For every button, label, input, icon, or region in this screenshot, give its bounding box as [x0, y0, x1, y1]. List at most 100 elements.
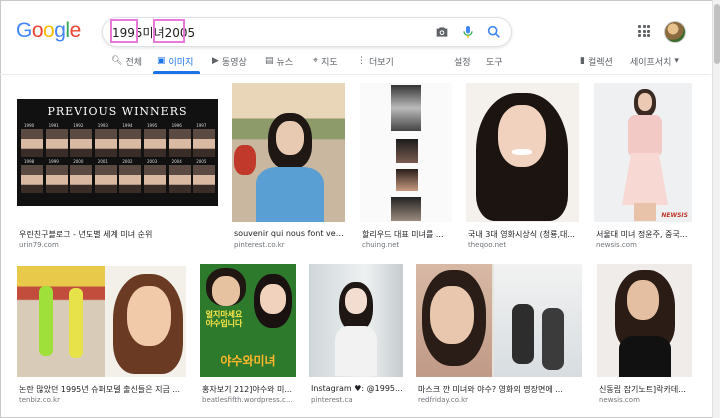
winner-portrait [21, 165, 43, 193]
result-image[interactable]: NEWSIS [594, 83, 692, 222]
result-title[interactable]: 서울대 미녀 정윤주, 중국... [596, 229, 692, 240]
winner-portrait [70, 165, 93, 193]
result-title[interactable]: 마스크 깐 미녀와 야수? 영화의 명장면에 ... [418, 384, 582, 395]
winner-year-label: 1996 [171, 123, 182, 128]
winner-year-label: 1997 [196, 123, 207, 128]
result-image[interactable] [360, 83, 452, 222]
winner-year-label: 1995 [147, 123, 158, 128]
tab-videos[interactable]: ▶ 동영상 [212, 52, 247, 70]
caret-down-icon: ▾ [674, 56, 679, 66]
apps-dot [647, 25, 650, 28]
result-title[interactable]: 국내 3대 영화시상식 (청룡,대... [468, 229, 579, 240]
mic-icon[interactable] [460, 24, 476, 40]
winner-portrait [94, 129, 117, 157]
header-divider [0, 74, 711, 75]
result-tile[interactable]: PREVIOUS WINNERS 1990 1991 1992 1993 1994 199… [17, 99, 218, 249]
winner-year-label: 1994 [122, 123, 133, 128]
result-domain[interactable]: urin79.com [19, 241, 218, 249]
tab-news[interactable]: ▤ 뉴스 [265, 52, 293, 70]
result-title[interactable]: 홍자보기 212]야수와 미... [202, 384, 296, 395]
query-highlight-1995 [110, 19, 138, 43]
result-domain[interactable]: newsis.com [599, 396, 692, 404]
winner-portrait [193, 129, 216, 157]
apps-dot [642, 25, 646, 28]
result-title[interactable]: 우린친구블로그 - 년도별 세계 미녀 순위 [19, 229, 218, 240]
result-image[interactable]: 얼지마세요 야수입니다 야수와미녀 [200, 264, 296, 377]
poster-title: 야수와미녀 [220, 354, 276, 368]
apps-dot [638, 34, 641, 37]
tab-maps[interactable]: ⌖ 지도 [313, 52, 338, 70]
result-image[interactable] [597, 264, 692, 377]
result-tile[interactable]: 신동립 잡기노트]락카데... newsis.com [597, 264, 692, 408]
result-domain[interactable]: beatlesfifth.wordpress.c... [202, 396, 296, 404]
result-domain[interactable]: tenbiz.co.kr [19, 396, 186, 404]
winner-year-label: 2000 [73, 159, 84, 164]
logo-letter: o [43, 19, 55, 42]
result-tile[interactable]: 할리우드 대표 미녀를 ... chuing.net [360, 83, 452, 249]
result-image[interactable] [466, 83, 579, 222]
result-title[interactable]: souvenir qui nous font veiller... [234, 229, 345, 238]
scrollbar-thumb[interactable] [714, 4, 720, 64]
query-highlight-2005 [153, 19, 185, 43]
logo-letter: e [69, 19, 82, 42]
winner-portrait [45, 129, 68, 157]
winner-year-label: 1999 [48, 159, 59, 164]
winner-year-label: 1998 [24, 159, 35, 164]
apps-dot [642, 29, 646, 33]
logo-letter: g [54, 19, 66, 42]
collection-link[interactable]: ▮ 컬렉션 [580, 52, 613, 70]
result-image[interactable] [416, 264, 582, 377]
winner-year-label: 2004 [171, 159, 182, 164]
result-tile[interactable]: 얼지마세요 야수입니다 야수와미녀 홍자보기 212]야수와 미... beatl… [200, 264, 296, 408]
result-image[interactable] [17, 266, 186, 377]
more-vert-icon: ⋮ [357, 56, 366, 66]
result-domain[interactable]: pinterest.ca [311, 396, 403, 404]
result-title[interactable]: 신동립 잡기노트]락카데... [599, 384, 692, 395]
winner-portrait [94, 165, 117, 193]
map-pin-icon: ⌖ [313, 56, 319, 66]
result-title[interactable]: 할리우드 대표 미녀를 ... [362, 229, 452, 240]
result-tile[interactable]: 국내 3대 영화시상식 (청룡,대... theqoo.net [466, 83, 579, 249]
tab-images[interactable]: ▣ 이미지 [157, 52, 193, 70]
winner-year-label: 2002 [122, 159, 133, 164]
winner-portrait [119, 129, 142, 157]
winner-portrait [168, 165, 191, 193]
news-icon: ▤ [265, 56, 274, 66]
apps-dot [647, 29, 650, 33]
winner-year-label: 1993 [97, 123, 108, 128]
result-tile[interactable]: 마스크 깐 미녀와 야수? 영화의 명장면에 ... redfriday.co.… [416, 264, 582, 408]
result-tile[interactable]: souvenir qui nous font veiller... pinter… [232, 83, 345, 249]
google-logo[interactable]: Google [16, 19, 81, 43]
result-domain[interactable]: newsis.com [596, 241, 692, 249]
avatar[interactable] [664, 21, 686, 43]
settings-link[interactable]: 설정 [454, 52, 471, 70]
apps-dot [642, 34, 646, 37]
result-title[interactable]: Instagram ♥: @1995... [311, 384, 403, 393]
search-icon[interactable] [486, 24, 502, 40]
result-image[interactable] [232, 83, 345, 222]
apps-dot [638, 29, 641, 33]
apps-grid-icon[interactable] [638, 25, 650, 37]
tools-link[interactable]: 도구 [486, 52, 503, 70]
camera-icon[interactable] [434, 24, 450, 40]
result-domain[interactable]: theqoo.net [468, 241, 579, 249]
search-icon: 🔍︎ [111, 56, 123, 66]
result-image[interactable] [309, 264, 403, 377]
winner-portrait [45, 165, 68, 193]
result-domain[interactable]: redfriday.co.kr [418, 396, 582, 404]
safesearch-link[interactable]: 세이프서치 ▾ [630, 52, 679, 70]
tab-all[interactable]: 🔍︎ 전체 [111, 52, 142, 70]
result-domain[interactable]: chuing.net [362, 241, 452, 249]
vertical-scrollbar[interactable] [712, 0, 720, 418]
tab-more[interactable]: ⋮ 더보기 [357, 52, 394, 70]
result-image[interactable]: PREVIOUS WINNERS 1990 1991 1992 1993 1994 199… [17, 99, 218, 206]
winner-year-label: 2001 [97, 159, 108, 164]
search-tabs: 🔍︎ 전체 ▣ 이미지 ▶ 동영상 ▤ 뉴스 ⌖ 지도 ⋮ 더보기 설정 도구 ▮ 컬렉션 세… [0, 52, 710, 72]
result-tile[interactable]: Instagram ♥: @1995... pinterest.ca [309, 264, 403, 408]
poster-tagline: 얼지마세요 야수입니다 [205, 310, 243, 328]
winner-portrait [70, 129, 93, 157]
result-title[interactable]: 논란 많았던 1995년 슈퍼모델 출신들은 지금 ... [19, 384, 186, 395]
result-domain[interactable]: pinterest.co.kr [234, 241, 345, 249]
result-tile[interactable]: 논란 많았던 1995년 슈퍼모델 출신들은 지금 ... tenbiz.co.… [17, 266, 186, 408]
result-tile[interactable]: NEWSIS 서울대 미녀 정윤주, 중국... newsis.com [594, 83, 692, 249]
